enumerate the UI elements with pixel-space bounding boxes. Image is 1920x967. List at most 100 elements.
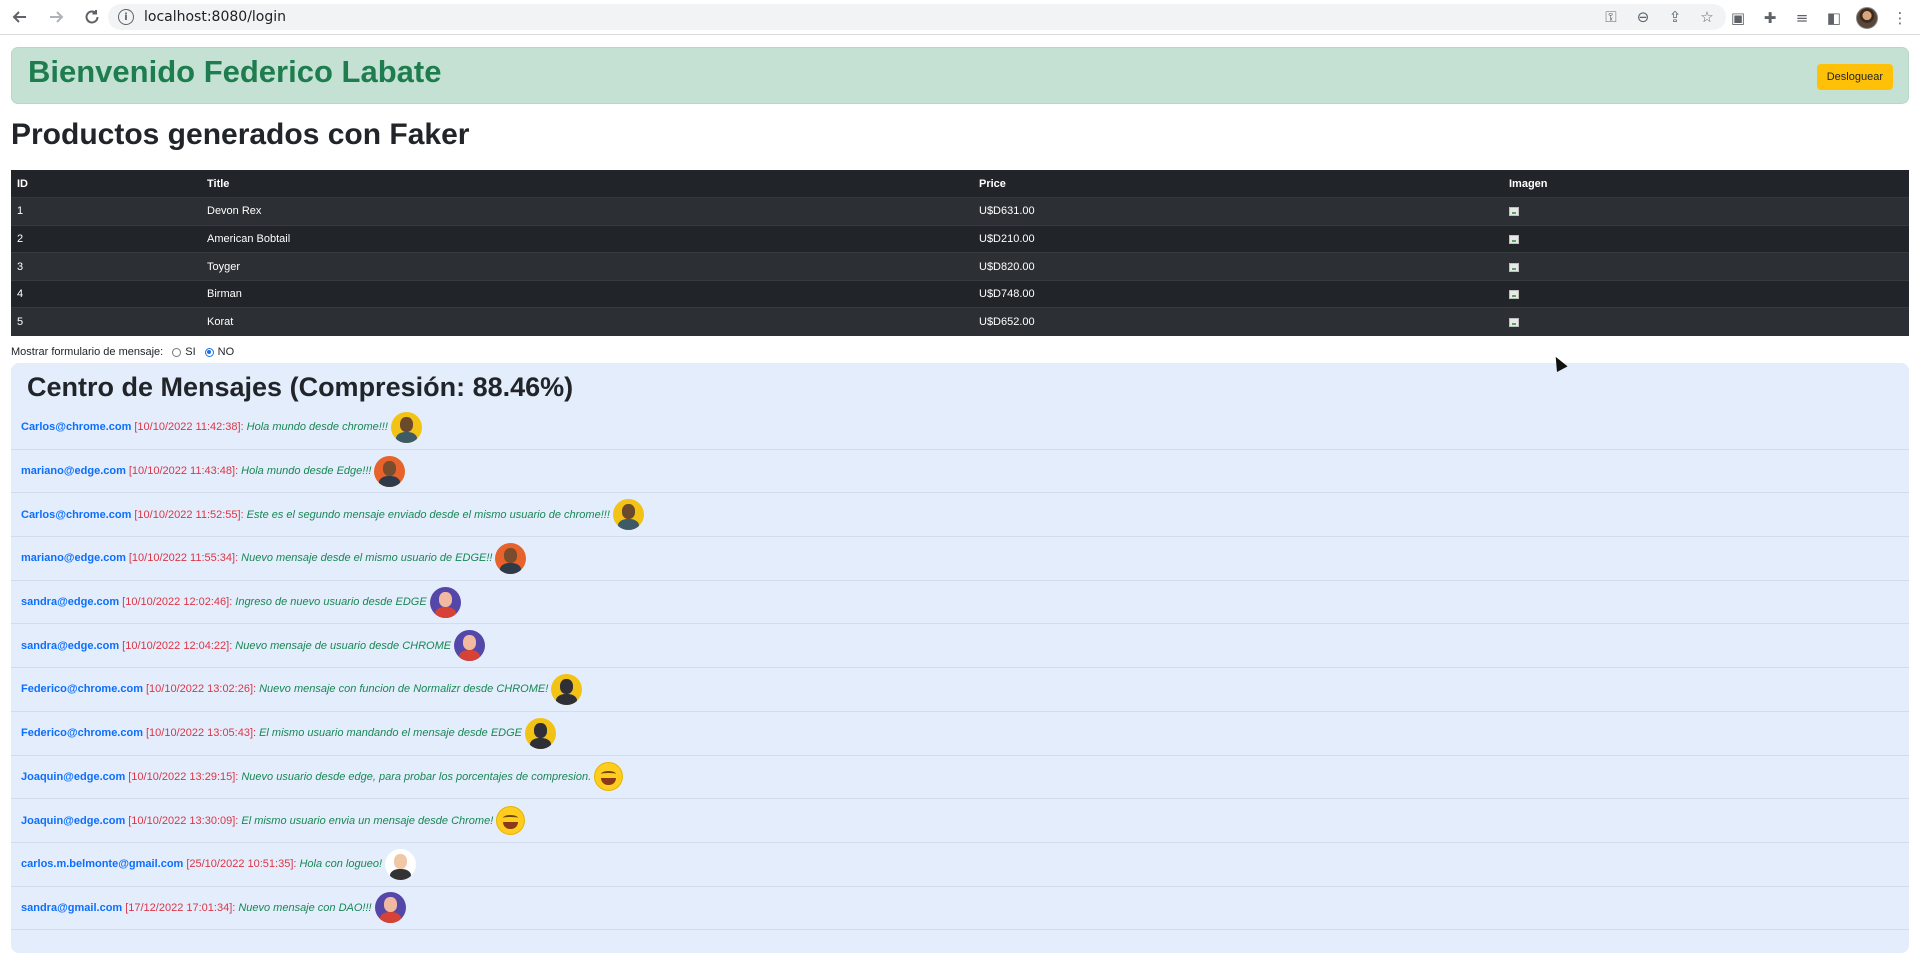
message-item: Joaquin@edge.com [10/10/2022 13:29:15]: Nu… [11,756,1909,800]
message-item: Joaquin@edge.com [10/10/2022 13:30:09]: El… [11,799,1909,843]
cell-title: Toyger [201,252,973,281]
cell-image [1503,224,1909,253]
arrow-left-icon [12,11,26,23]
reload-button[interactable] [76,1,108,33]
message-text: Nuevo usuario desde edge, para probar lo… [241,770,592,783]
reading-list-icon[interactable]: ≡ [1792,9,1812,27]
message-text: El mismo usuario envia un mensaje desde … [241,814,494,827]
products-table: ID Title Price Imagen 1 Devon Rex U$D631… [11,170,1909,336]
message-item: Carlos@chrome.com [10/10/2022 11:42:38]: H… [11,406,1909,450]
toolbar-actions: ▣ ✚ ≡ ◧ ⋮ [1728,0,1910,35]
user-avatar-icon [429,586,461,618]
radio-no[interactable]: NO [204,346,235,358]
menu-icon[interactable]: ⋮ [1890,9,1910,27]
key-icon[interactable]: ⚿ [1602,8,1620,26]
broken-image-icon [1509,290,1519,300]
url-text[interactable]: localhost:8080/login [144,9,286,25]
reload-icon [85,10,99,24]
message-author-email: mariano@edge.com [21,465,126,478]
message-item: sandra@edge.com [10/10/2022 12:04:22]: Nue… [11,624,1909,669]
message-text: Ingreso de nuevo usuario desde EDGE [235,596,427,609]
message-author-email: Federico@chrome.com [21,683,143,696]
column-header-title: Title [201,170,973,199]
message-timestamp: [10/10/2022 11:43:48] [128,465,236,478]
omnibox-actions: ⚿ ⊖ ⇪ ☆ [1602,4,1716,30]
messages-panel: Centro de Mensajes (Compresión: 88.46%) … [11,363,1909,953]
message-text: Nuevo mensaje con funcion de Normalizr d… [259,683,549,696]
laughing-emoji-avatar-icon [496,806,526,836]
form-toggle-label: Mostrar formulario de mensaje: [11,346,164,358]
message-text: Este es el segundo mensaje enviado desde… [246,508,610,521]
profile-avatar[interactable] [1856,6,1878,29]
cell-title: Birman [201,279,973,308]
user-avatar-icon [612,499,644,531]
message-text: Nuevo mensaje con DAO!!! [238,901,372,914]
message-separator: : [235,465,239,478]
laughing-emoji-avatar-icon [594,762,624,792]
extensions-icon[interactable]: ✚ [1760,9,1780,27]
message-separator: : [240,421,244,434]
cell-title: Korat [201,307,973,336]
radio-si[interactable]: SI [172,346,196,358]
zoom-icon[interactable]: ⊖ [1634,8,1652,26]
user-avatar-icon [454,630,486,662]
star-icon[interactable]: ☆ [1698,8,1716,26]
message-separator: : [235,552,239,565]
message-item: Federico@chrome.com [10/10/2022 13:02:26]… [11,668,1909,712]
message-timestamp: [10/10/2022 12:04:22] [122,639,230,652]
broken-image-icon [1509,234,1519,244]
message-separator: : [253,683,257,696]
share-icon[interactable]: ⇪ [1666,8,1684,26]
cell-price: U$D631.00 [973,197,1503,226]
radio-si-button[interactable] [172,347,182,357]
cell-id: 5 [11,307,201,336]
address-bar[interactable]: i localhost:8080/login ⚿ ⊖ ⇪ ☆ [108,4,1726,30]
radio-no-button[interactable] [204,347,214,357]
radio-no-label[interactable]: NO [218,346,235,358]
side-panel-icon[interactable]: ◧ [1824,9,1844,27]
cell-title: American Bobtail [201,224,973,253]
cell-price: U$D748.00 [973,279,1503,308]
message-separator: : [253,727,257,740]
message-text: Nuevo mensaje desde el mismo usuario de … [241,552,493,565]
cell-image [1503,252,1909,281]
cell-id: 2 [11,224,201,253]
column-header-id: ID [11,170,201,199]
user-avatar-icon [374,455,406,487]
message-author-email: carlos.m.belmonte@gmail.com [21,858,184,871]
message-author-email: Carlos@chrome.com [21,421,132,434]
cast-icon[interactable]: ▣ [1728,9,1748,27]
back-button[interactable] [4,1,36,33]
message-item: mariano@edge.com [10/10/2022 11:55:34]: Nu… [11,537,1909,581]
message-item: carlos.m.belmonte@gmail.com [25/10/2022 1… [11,843,1909,887]
cell-title: Devon Rex [201,197,973,226]
message-author-email: sandra@edge.com [21,596,120,609]
message-author-email: sandra@gmail.com [21,901,123,914]
cell-price: U$D820.00 [973,252,1503,281]
browser-toolbar: i localhost:8080/login ⚿ ⊖ ⇪ ☆ ▣ ✚ ≡ ◧ ⋮ [0,0,1920,35]
cell-price: U$D652.00 [973,307,1503,336]
message-separator: : [235,814,239,827]
message-separator: : [232,901,236,914]
message-separator: : [240,508,244,521]
user-avatar-icon [385,848,416,880]
table-row: 1 Devon Rex U$D631.00 [11,197,1909,226]
message-separator: : [235,770,239,783]
message-text: Hola mundo desde chrome!!! [246,421,388,434]
welcome-banner: Bienvenido Federico Labate Desloguear [11,47,1909,104]
message-text: Hola mundo desde Edge!!! [241,465,372,478]
table-header-row: ID Title Price Imagen [11,170,1909,199]
message-timestamp: [10/10/2022 13:29:15] [128,770,236,783]
forward-button[interactable] [40,1,72,33]
message-item: Carlos@chrome.com [10/10/2022 11:52:55]: E… [11,493,1909,538]
message-timestamp: [10/10/2022 11:42:38] [134,421,241,434]
logout-button[interactable]: Desloguear [1816,64,1893,90]
message-author-email: sandra@edge.com [21,639,120,652]
column-header-imagen: Imagen [1503,170,1909,199]
message-timestamp: [10/10/2022 11:55:34] [128,552,236,565]
table-row: 3 Toyger U$D820.00 [11,252,1909,281]
info-icon[interactable]: i [118,9,134,25]
table-row: 4 Birman U$D748.00 [11,279,1909,308]
user-avatar-icon [495,542,527,574]
radio-si-label[interactable]: SI [185,346,195,358]
